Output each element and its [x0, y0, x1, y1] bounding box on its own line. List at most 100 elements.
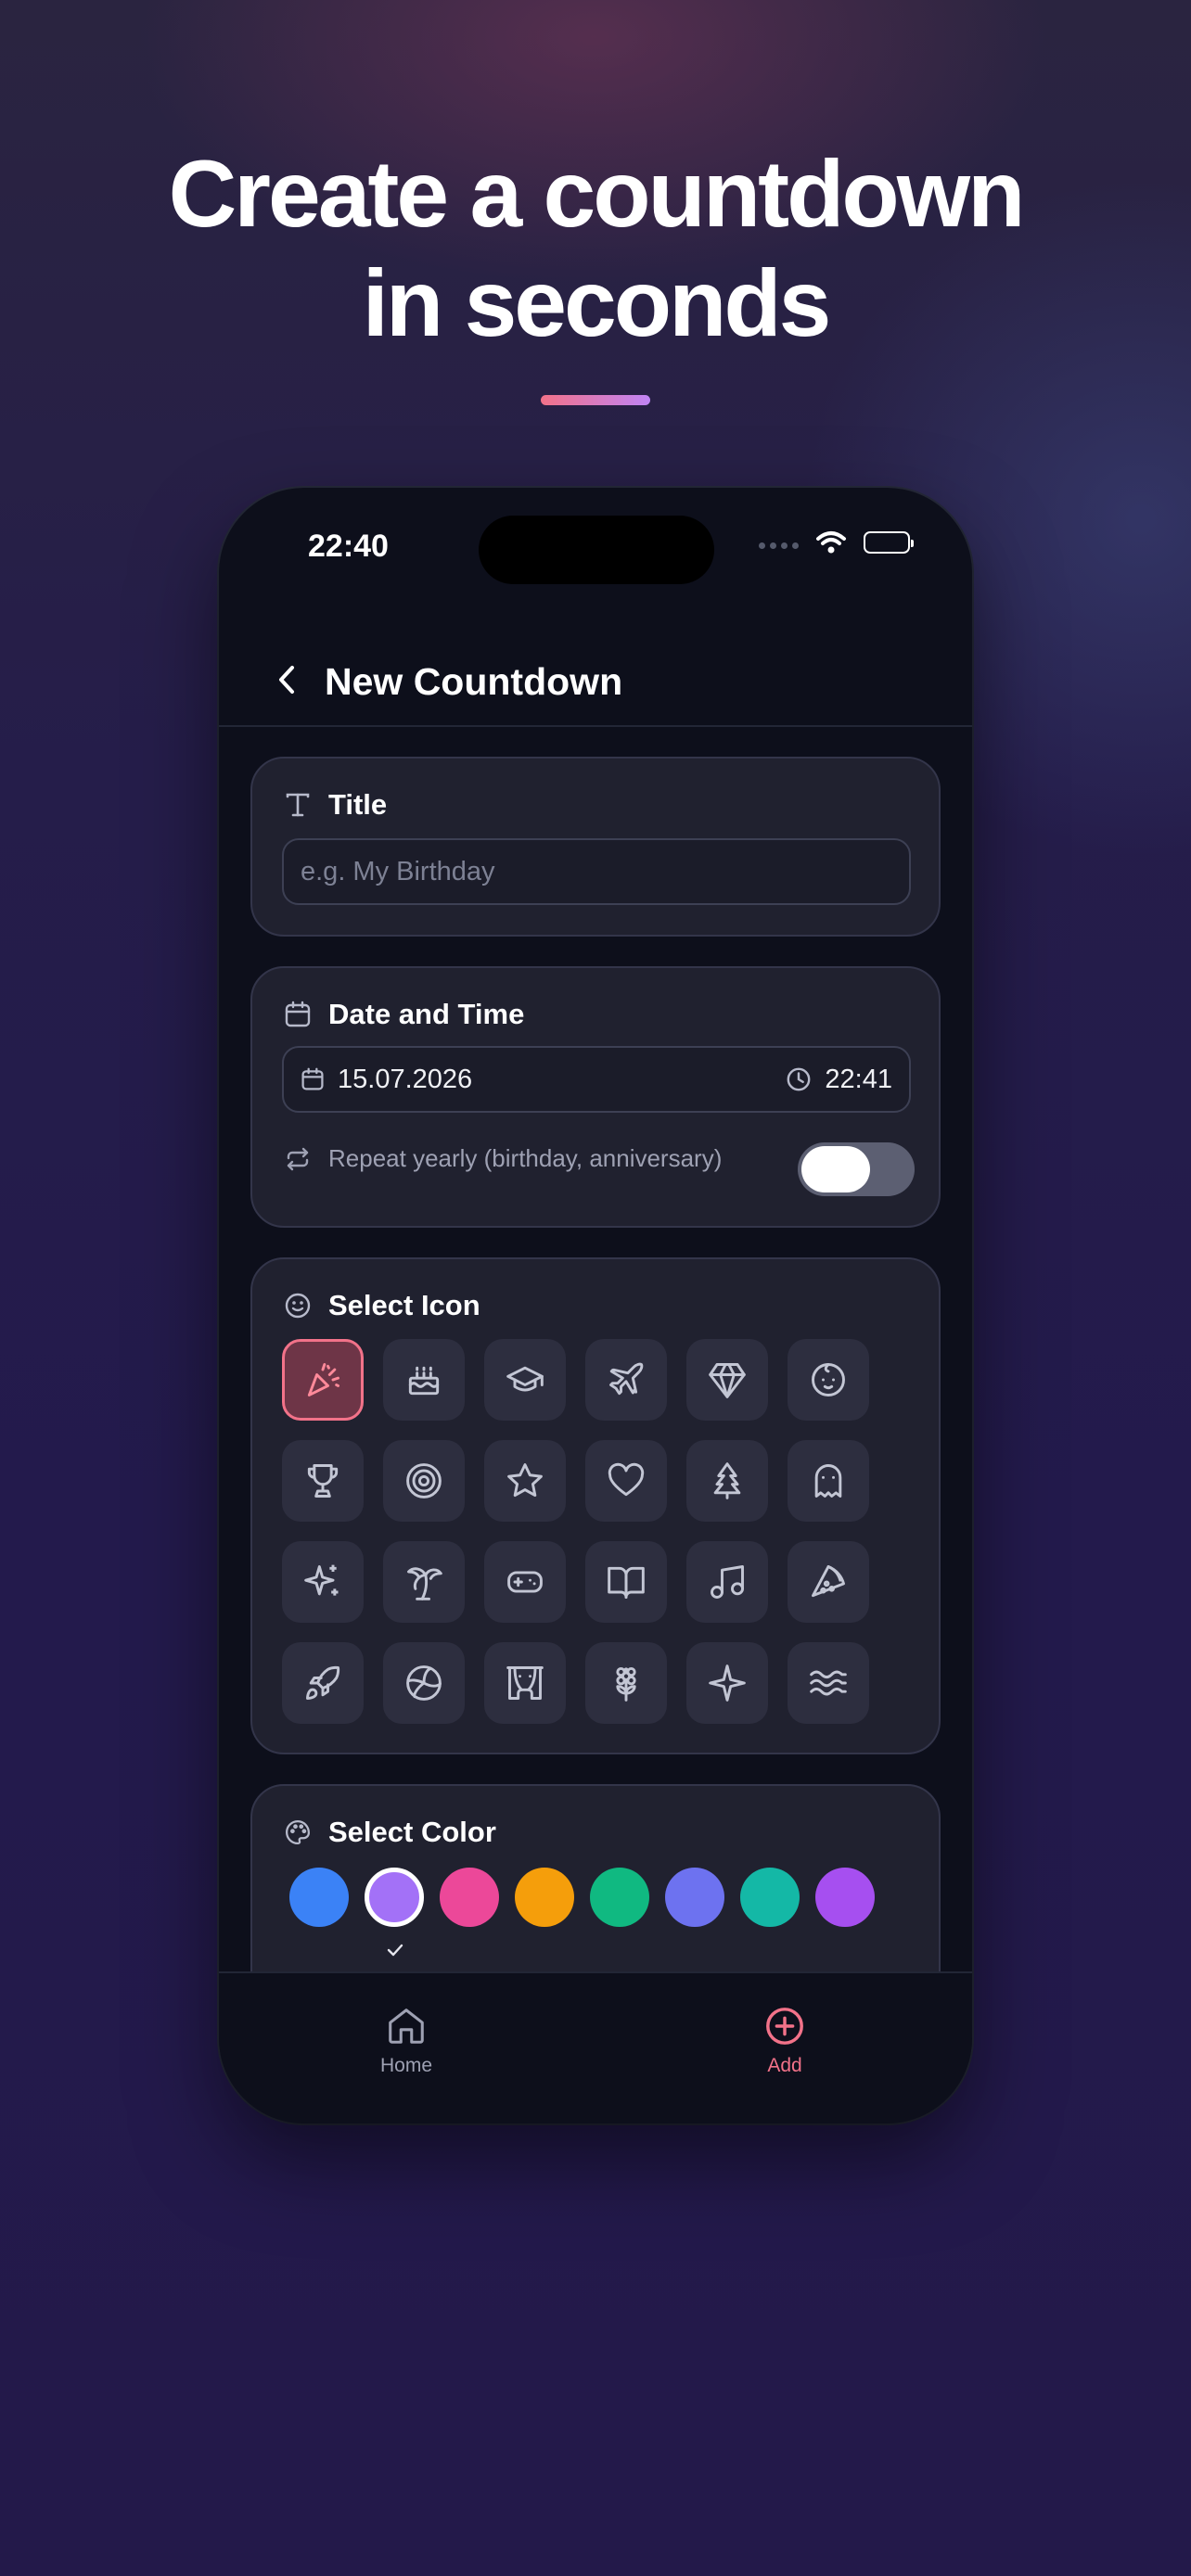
- tab-add[interactable]: Add: [720, 2005, 850, 2077]
- headline-line-2: in seconds: [362, 250, 832, 356]
- icon-option-palm-tree[interactable]: [383, 1541, 465, 1623]
- icon-option-waves[interactable]: [788, 1642, 869, 1724]
- icon-option-rocket[interactable]: [282, 1642, 364, 1724]
- sparkle-icon: [707, 1663, 748, 1703]
- date-value: 15.07.2026: [338, 1064, 473, 1094]
- color-swatch-violet[interactable]: [365, 1868, 424, 1957]
- color-swatches: [289, 1868, 875, 1957]
- color-swatch-blue[interactable]: [289, 1868, 349, 1927]
- cake-icon: [403, 1359, 444, 1400]
- icon-option-sparkle[interactable]: [686, 1642, 768, 1724]
- icon-option-pizza[interactable]: [788, 1541, 869, 1623]
- battery-icon: [864, 531, 914, 554]
- tab-bar: Home Add: [219, 1971, 972, 2123]
- music-icon: [707, 1562, 748, 1602]
- palm-tree-icon: [403, 1562, 444, 1602]
- title-label: Title: [328, 788, 388, 821]
- icon-option-sparkles[interactable]: [282, 1541, 364, 1623]
- cellular-icon: [759, 542, 799, 549]
- waves-icon: [808, 1663, 849, 1703]
- repeat-label: Repeat yearly (birthday, anniversary): [328, 1144, 723, 1172]
- icon-grid: [282, 1339, 869, 1724]
- color-swatch-amber[interactable]: [515, 1868, 574, 1927]
- color-swatch-pink[interactable]: [440, 1868, 499, 1927]
- color-swatch-purple[interactable]: [815, 1868, 875, 1927]
- icon-option-book[interactable]: [585, 1541, 667, 1623]
- phone-frame: 22:40 New Countdown Title e.g. My Birthd…: [219, 488, 972, 2123]
- tab-home-label: Home: [379, 2055, 433, 2076]
- tab-add-label: Add: [767, 2055, 802, 2076]
- calendar-icon: [284, 1001, 312, 1028]
- back-button[interactable]: [263, 657, 310, 703]
- icon-option-music[interactable]: [686, 1541, 768, 1623]
- graduation-cap-icon: [505, 1359, 545, 1400]
- gem-icon: [707, 1359, 748, 1400]
- color-swatch-teal[interactable]: [740, 1868, 800, 1927]
- time-value: 22:41: [825, 1064, 892, 1094]
- time-picker[interactable]: 22:41: [786, 1048, 892, 1111]
- icon-option-trophy[interactable]: [282, 1440, 364, 1522]
- party-popper-icon: [302, 1359, 343, 1400]
- icon-option-target[interactable]: [383, 1440, 465, 1522]
- date-picker[interactable]: 15.07.2026: [301, 1048, 472, 1111]
- dynamic-island: [479, 516, 714, 584]
- sparkles-icon: [302, 1562, 343, 1602]
- headline-line-1: Create a countdown: [168, 141, 1026, 247]
- date-time-label: Date and Time: [328, 998, 525, 1030]
- clock-icon: [786, 1066, 812, 1092]
- volleyball-icon: [403, 1663, 444, 1703]
- color-swatch-indigo[interactable]: [665, 1868, 724, 1927]
- wifi-icon: [815, 530, 847, 555]
- date-time-card: Date and Time 15.07.2026 22:41 Repeat ye…: [250, 966, 941, 1228]
- palette-icon: [284, 1818, 312, 1846]
- icon-option-flower[interactable]: [585, 1642, 667, 1724]
- page-title: New Countdown: [325, 660, 623, 703]
- trophy-icon: [302, 1460, 343, 1501]
- icon-option-star[interactable]: [484, 1440, 566, 1522]
- flower-icon: [606, 1663, 647, 1703]
- headline: Create a countdown in seconds: [0, 139, 1191, 358]
- plane-icon: [606, 1359, 647, 1400]
- star-icon: [505, 1460, 545, 1501]
- icon-option-heart[interactable]: [585, 1440, 667, 1522]
- icon-option-ghost[interactable]: [788, 1440, 869, 1522]
- repeat-toggle[interactable]: [798, 1142, 915, 1196]
- icon-option-tree[interactable]: [686, 1440, 768, 1522]
- repeat-row: Repeat yearly (birthday, anniversary): [284, 1144, 722, 1173]
- chevron-left-icon: [276, 664, 297, 695]
- repeat-icon: [284, 1145, 312, 1173]
- calendar-small-icon: [301, 1067, 325, 1091]
- icon-option-theater[interactable]: [484, 1642, 566, 1724]
- icon-option-graduation-cap[interactable]: [484, 1339, 566, 1421]
- icon-option-cake[interactable]: [383, 1339, 465, 1421]
- pizza-icon: [808, 1562, 849, 1602]
- title-card: Title: [250, 757, 941, 937]
- gamepad-icon: [505, 1562, 545, 1602]
- book-icon: [606, 1562, 647, 1602]
- accent-bar: [541, 395, 650, 405]
- title-field: [282, 838, 911, 905]
- date-time-field: 15.07.2026 22:41: [282, 1046, 911, 1113]
- icon-option-baby[interactable]: [788, 1339, 869, 1421]
- smile-icon: [284, 1292, 312, 1320]
- toggle-knob: [801, 1146, 870, 1192]
- icon-option-plane[interactable]: [585, 1339, 667, 1421]
- baby-icon: [808, 1359, 849, 1400]
- icon-option-volleyball[interactable]: [383, 1642, 465, 1724]
- color-label: Select Color: [328, 1816, 496, 1848]
- color-swatch-emerald[interactable]: [590, 1868, 649, 1927]
- title-input[interactable]: [284, 840, 909, 903]
- ghost-icon: [808, 1460, 849, 1501]
- nav-bar: New Countdown: [219, 636, 972, 727]
- theater-icon: [505, 1663, 545, 1703]
- icon-option-party-popper[interactable]: [282, 1339, 364, 1421]
- status-indicators: [759, 530, 914, 555]
- icon-option-gamepad[interactable]: [484, 1541, 566, 1623]
- icon-label: Select Icon: [328, 1289, 480, 1321]
- icon-option-gem[interactable]: [686, 1339, 768, 1421]
- home-icon: [385, 2005, 428, 2047]
- add-circle-icon: [763, 2005, 806, 2047]
- status-time: 22:40: [308, 529, 389, 564]
- checkmark-icon: [386, 1943, 404, 1958]
- tab-home[interactable]: Home: [341, 2005, 471, 2077]
